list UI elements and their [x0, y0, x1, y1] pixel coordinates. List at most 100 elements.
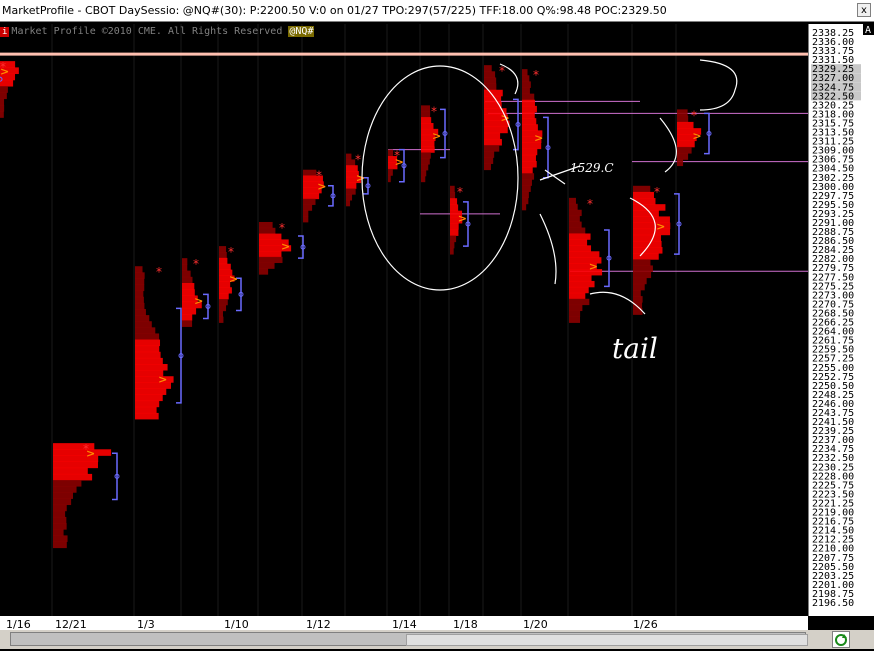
tpo-row: [633, 259, 651, 266]
tpo-row: [569, 227, 586, 234]
profile-session: >*: [484, 64, 521, 171]
tpo-row: [522, 160, 537, 168]
tpo-row: [259, 256, 283, 264]
info-badge[interactable]: i: [0, 27, 10, 37]
tpo-row: [522, 191, 529, 199]
extreme-marker: *: [587, 197, 593, 211]
tpo-row: [219, 293, 229, 300]
tpo-row: [569, 310, 581, 317]
tpo-row: [522, 148, 538, 156]
profile-session: >*: [677, 108, 712, 167]
tpo-row: [484, 138, 502, 146]
tpo-row: [388, 168, 393, 176]
tpo-row: [219, 251, 227, 259]
poc-marker: >: [158, 373, 167, 386]
tpo-row: [569, 221, 582, 228]
refresh-button[interactable]: [832, 631, 850, 648]
tpo-row: [450, 192, 456, 199]
tpo-row: [569, 251, 600, 258]
tpo-row: [484, 132, 501, 140]
tpo-row: [53, 510, 66, 518]
tpo-row: [633, 253, 659, 260]
tpo-row: [633, 185, 651, 193]
tpo-row: [522, 124, 538, 131]
tpo-row: [182, 270, 191, 278]
profile-session: >*: [450, 185, 471, 255]
extreme-marker: *: [83, 442, 89, 456]
date-axis-labels: 1/16 12/21 1/3 1/10 1/12 1/14 1/18 1/20 1/26: [6, 618, 658, 631]
tpo-row: [421, 111, 431, 118]
close-button[interactable]: x: [857, 3, 871, 17]
profile-session: >*: [219, 245, 244, 323]
tpo-row: [346, 182, 357, 189]
tpo-row: [633, 289, 641, 297]
profile-session: >*: [259, 221, 306, 275]
tpo-row: [522, 105, 537, 113]
tpo-row: [182, 276, 193, 284]
poc-marker: >: [692, 130, 701, 143]
tail-annotation: tail: [612, 332, 658, 365]
tpo-row: [135, 308, 146, 316]
symbol-label: @NQ#: [288, 26, 315, 37]
tpo-row: [522, 75, 530, 82]
tpo-row: [219, 304, 227, 312]
tpo-row: [421, 170, 427, 177]
tpo-row: [346, 188, 356, 195]
tpo-row: [135, 272, 145, 279]
tpo-row: [259, 251, 282, 258]
tpo-row: [633, 283, 645, 291]
tpo-row: [135, 327, 156, 334]
tpo-row: [135, 412, 159, 420]
tpo-row: [53, 523, 67, 530]
tpo-row: [135, 278, 145, 285]
tpo-row: [0, 92, 7, 100]
tpo-row: [53, 473, 93, 481]
tpo-row: [522, 185, 531, 192]
tpo-row: [303, 169, 317, 176]
scrollbar-thumb[interactable]: [406, 634, 808, 646]
poc-marker: >: [281, 240, 290, 253]
scribble-annotation: 1529.C: [570, 161, 614, 175]
poc-marker: >: [356, 172, 365, 185]
tpo-row: [135, 321, 152, 328]
tpo-row: [569, 316, 581, 323]
tpo-row: [522, 99, 535, 107]
profile-session: >*: [53, 442, 120, 549]
tpo-row: [182, 307, 197, 315]
tpo-row: [633, 210, 659, 217]
extreme-marker: *: [654, 185, 660, 199]
tpo-row: [421, 152, 431, 159]
tpo-row: [135, 357, 163, 365]
price-axis[interactable]: A 2338.25 2336.00 2333.75 2331.50 2329.25 2327…: [808, 24, 874, 616]
tpo-row: [484, 151, 495, 158]
tpo-row: [677, 109, 688, 117]
tpo-row: [388, 149, 394, 157]
tpo-row: [633, 240, 662, 248]
tpo-row: [484, 145, 500, 152]
tpo-row: [219, 316, 224, 323]
price-tick-label: 2196.50: [812, 598, 854, 609]
tpo-row: [53, 535, 68, 542]
market-profile-chart: >*>*>*>* >*>* >* >*>*>*>*>*>*>*>*>*tail1529…: [0, 24, 808, 616]
tpo-row: [522, 203, 527, 211]
poc-marker: >: [194, 294, 203, 307]
tpo-row: [421, 158, 430, 165]
refresh-icon: [835, 634, 847, 646]
tpo-row: [0, 111, 4, 118]
tpo-row: [53, 486, 77, 493]
horizontal-scrollbar[interactable]: [10, 632, 808, 646]
tpo-row: [569, 203, 578, 211]
tpo-row: [53, 461, 98, 469]
tpo-row: [259, 268, 269, 275]
extreme-marker: *: [394, 149, 400, 163]
extreme-marker: *: [316, 169, 322, 183]
extreme-marker: *: [431, 104, 437, 118]
extreme-marker: *: [156, 265, 162, 279]
tpo-row: [346, 153, 352, 160]
tpo-row: [569, 239, 588, 246]
profile-session: >*: [182, 257, 211, 327]
window-title: MarketProfile - CBOT DaySessio: @NQ#(30)…: [2, 4, 667, 17]
tpo-row: [522, 81, 531, 88]
chart-area[interactable]: > * > * > * > * > * > * > * > * > * > * > * > * > * > * > * > * tail 1529…: [0, 24, 808, 616]
tpo-row: [219, 246, 227, 253]
